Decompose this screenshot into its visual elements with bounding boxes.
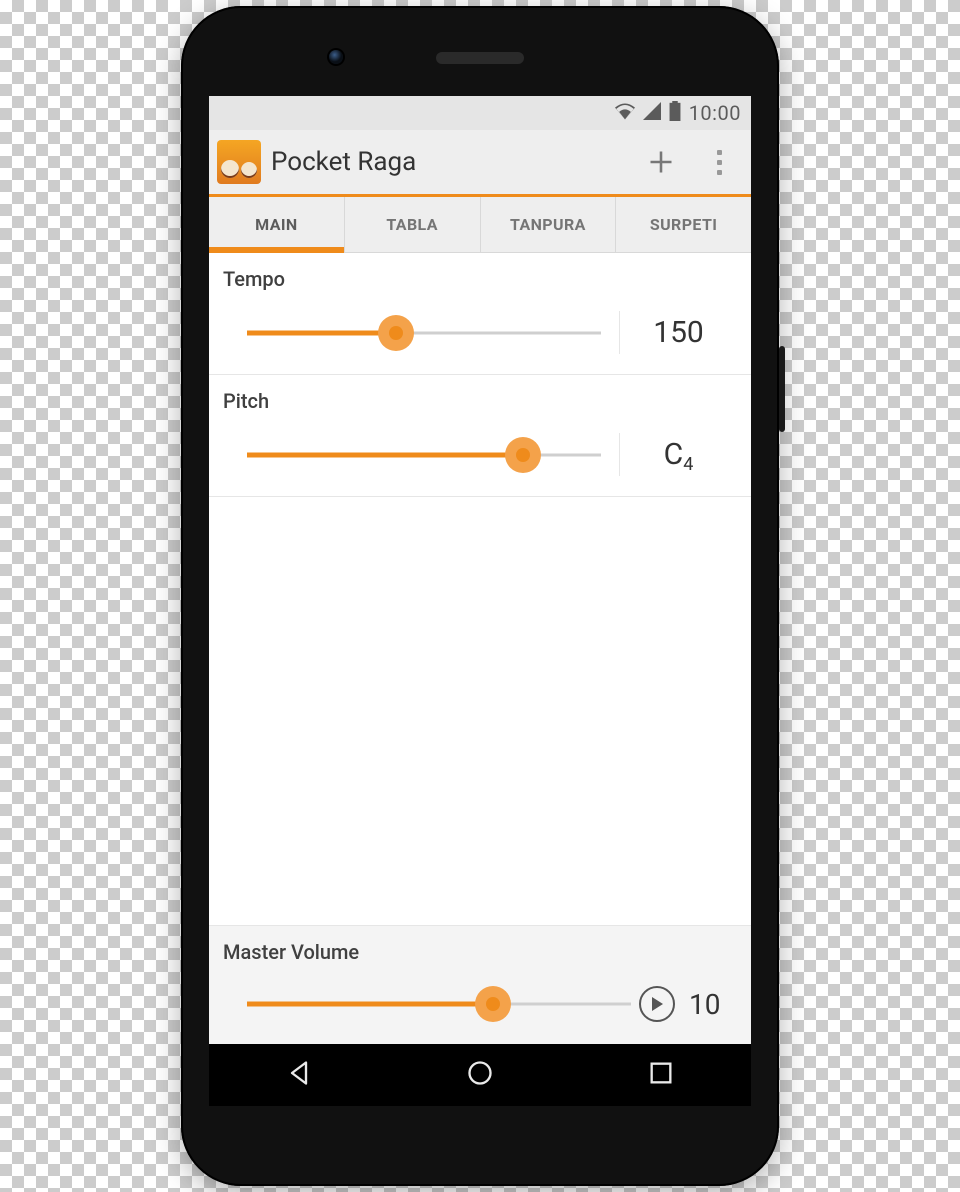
- play-button[interactable]: [639, 986, 675, 1022]
- device-frame: 10:00 Pocket Raga MAIN TABLA TANPURA SUR…: [181, 6, 779, 1186]
- pitch-slider[interactable]: [247, 435, 601, 475]
- tab-label: TABLA: [386, 215, 438, 234]
- master-volume-value: 10: [689, 988, 737, 1021]
- master-volume-label: Master Volume: [223, 940, 737, 964]
- tab-bar: MAIN TABLA TANPURA SURPETI: [209, 197, 751, 253]
- status-bar: 10:00: [209, 96, 751, 130]
- tempo-value: 150: [619, 311, 737, 354]
- tab-label: TANPURA: [510, 215, 586, 234]
- tab-label: SURPETI: [650, 215, 718, 234]
- app-logo-icon: [217, 140, 261, 184]
- tab-main[interactable]: MAIN: [209, 197, 344, 252]
- home-button[interactable]: [466, 1059, 494, 1091]
- play-icon: [650, 997, 664, 1011]
- battery-icon: [669, 101, 681, 126]
- tab-tabla[interactable]: TABLA: [344, 197, 480, 252]
- android-nav-bar: [209, 1044, 751, 1106]
- tempo-label: Tempo: [223, 267, 737, 291]
- main-content: Tempo 150 Pitch: [209, 253, 751, 1044]
- more-vert-icon: [717, 150, 722, 175]
- tab-surpeti[interactable]: SURPETI: [615, 197, 751, 252]
- add-button[interactable]: [637, 138, 685, 186]
- recent-apps-button[interactable]: [647, 1059, 675, 1091]
- tab-label: MAIN: [255, 215, 297, 234]
- signal-icon: [643, 101, 661, 125]
- pitch-octave: 4: [683, 454, 693, 475]
- front-camera: [329, 50, 343, 64]
- app-title: Pocket Raga: [271, 147, 416, 177]
- tempo-row: Tempo 150: [209, 253, 751, 375]
- master-volume-row: Master Volume 10: [209, 926, 751, 1044]
- pitch-label: Pitch: [223, 389, 737, 413]
- empty-area: [209, 497, 751, 926]
- pitch-note: C: [664, 437, 684, 472]
- tab-tanpura[interactable]: TANPURA: [480, 197, 616, 252]
- master-volume-slider[interactable]: [247, 984, 631, 1024]
- pitch-value: C4: [619, 433, 737, 476]
- overflow-menu-button[interactable]: [695, 138, 743, 186]
- screen: 10:00 Pocket Raga MAIN TABLA TANPURA SUR…: [209, 96, 751, 1106]
- power-button: [779, 346, 785, 432]
- tempo-slider[interactable]: [247, 313, 601, 353]
- clock: 10:00: [689, 101, 741, 125]
- wifi-icon: [615, 101, 635, 125]
- earpiece: [436, 52, 524, 64]
- app-bar: Pocket Raga: [209, 130, 751, 194]
- back-button[interactable]: [285, 1059, 313, 1091]
- pitch-row: Pitch C4: [209, 375, 751, 497]
